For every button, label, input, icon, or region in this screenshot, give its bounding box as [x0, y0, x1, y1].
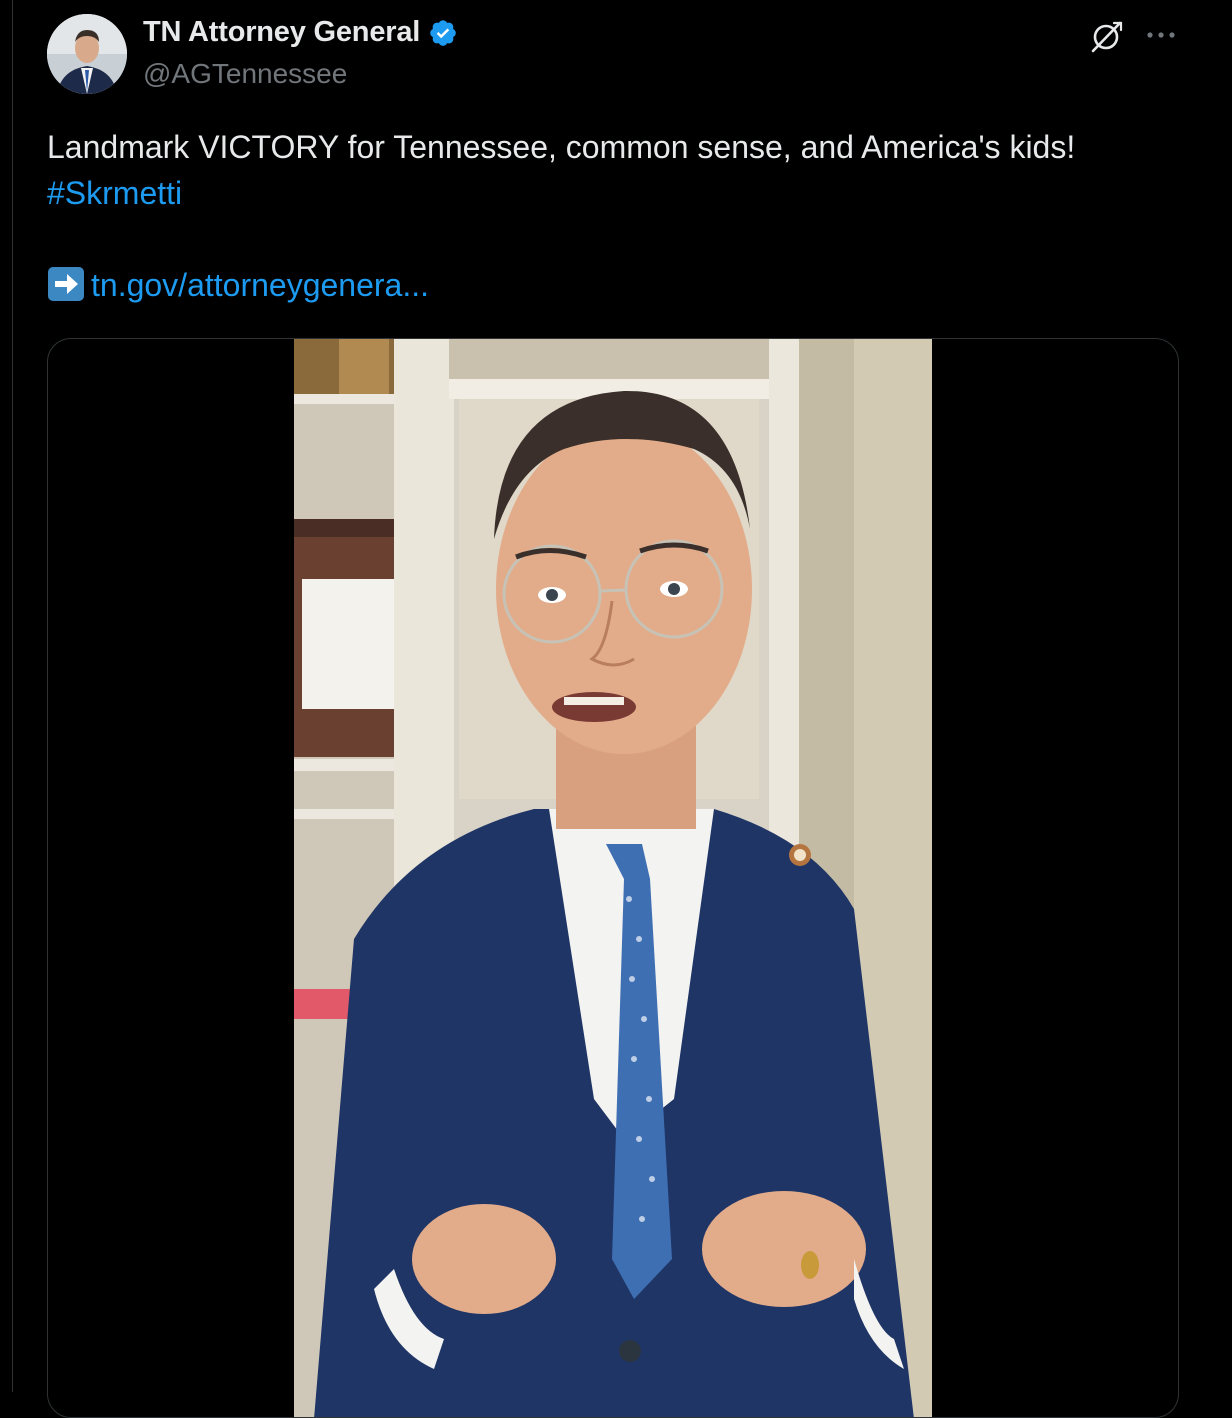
tweet-text: Landmark VICTORY for Tennessee, common s… [47, 124, 1187, 308]
author-name-row[interactable]: TN Attorney General [143, 16, 458, 49]
grok-icon[interactable] [1087, 18, 1125, 56]
video-player[interactable] [294, 339, 932, 1417]
right-arrow-emoji-icon [47, 266, 87, 302]
author-handle[interactable]: @AGTennessee [143, 58, 347, 90]
avatar[interactable] [47, 14, 127, 94]
link-line: tn.gov/attorneygenera... [47, 262, 1187, 308]
author-display-name[interactable]: TN Attorney General [143, 16, 420, 49]
tweet[interactable]: TN Attorney General @AGTennessee Landmar… [12, 0, 1232, 1418]
more-options-icon[interactable] [1141, 20, 1181, 50]
external-link[interactable]: tn.gov/attorneygenera... [91, 267, 429, 303]
hashtag-link[interactable]: #Skrmetti [47, 170, 1187, 216]
verified-badge-icon[interactable] [428, 18, 458, 48]
tweet-text-line: Landmark VICTORY for Tennessee, common s… [47, 129, 1076, 165]
media-card[interactable] [47, 338, 1179, 1418]
